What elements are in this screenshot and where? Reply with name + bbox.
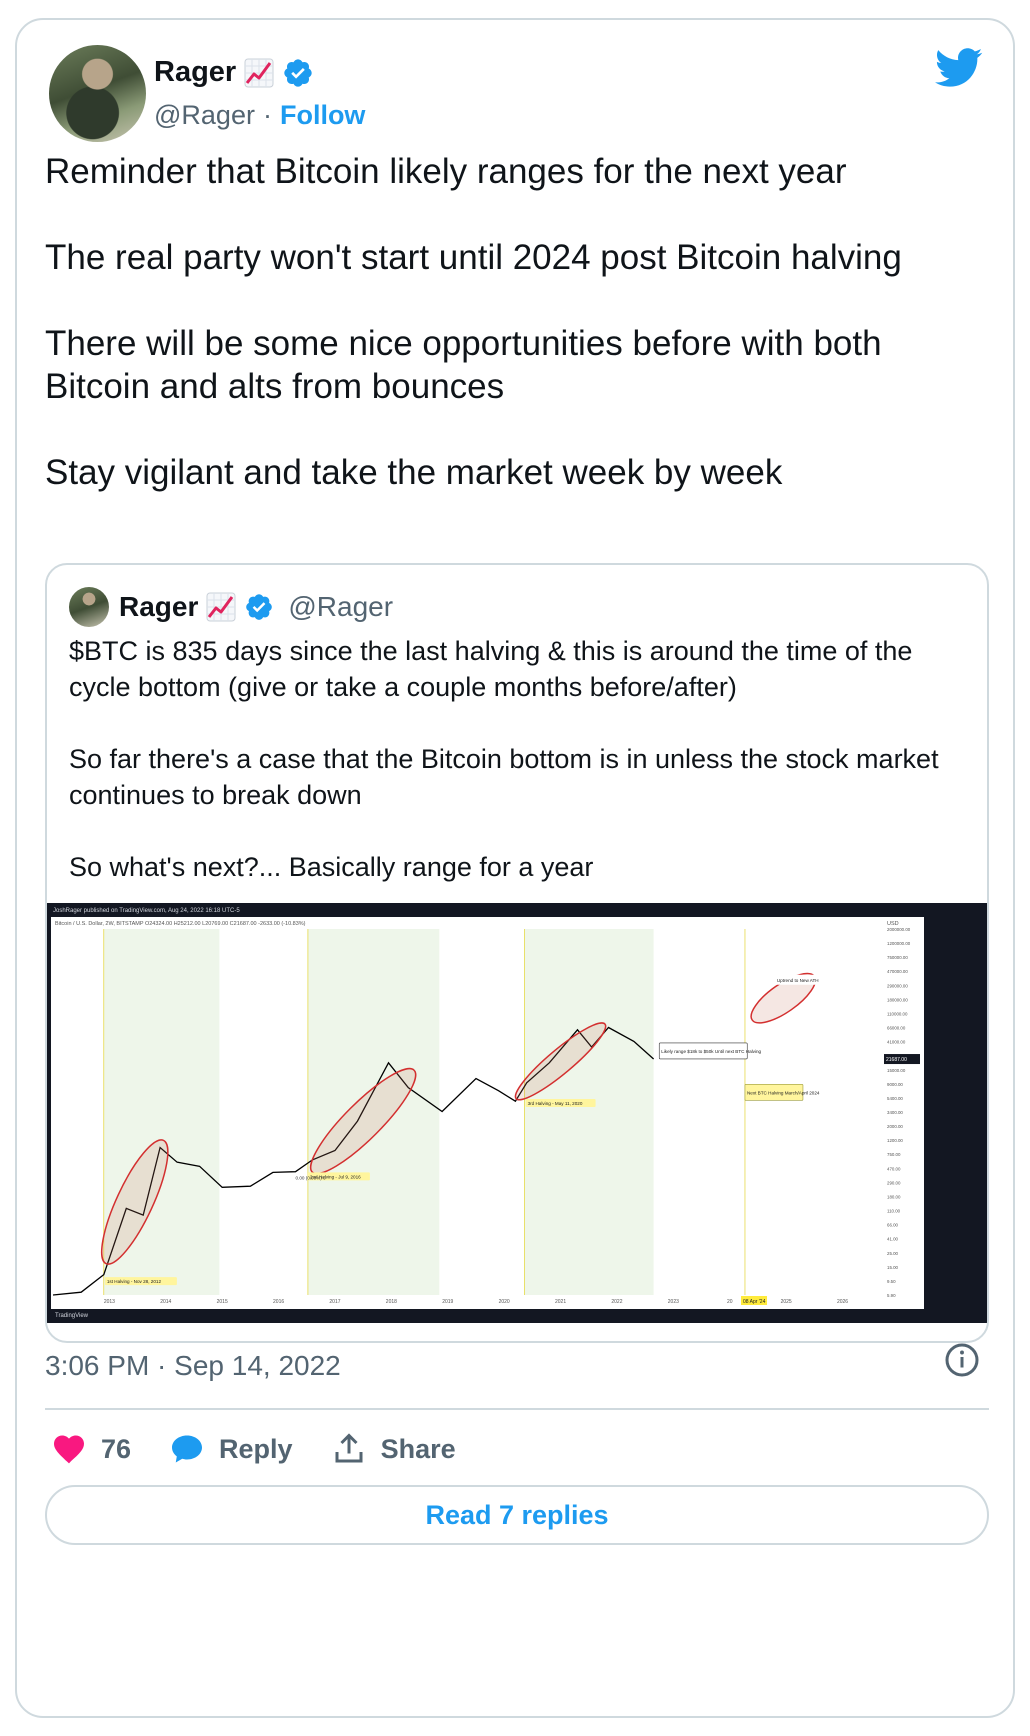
zero-level-label: 0.00 (0.00%) 0: [295, 1175, 326, 1180]
y-tick-label: 2000.00: [887, 1124, 903, 1129]
uptrend-label: Uptrend to New ATH: [777, 978, 819, 983]
y-tick-label: 290.00: [887, 1180, 901, 1185]
footer-divider: [45, 1408, 989, 1410]
reply-button[interactable]: Reply: [169, 1431, 293, 1467]
y-tick-label: 25.00: [887, 1251, 899, 1256]
quoted-author-name: Rager: [119, 591, 199, 622]
y-tick-label: 290000.00: [887, 983, 908, 988]
quoted-paragraph: So far there's a case that the Bitcoin b…: [69, 744, 939, 810]
chart-increasing-icon: [244, 58, 274, 87]
read-replies-button[interactable]: Read 7 replies: [45, 1485, 989, 1545]
info-icon[interactable]: [944, 1342, 980, 1378]
author-handle-row: @Rager · Follow: [154, 100, 365, 131]
separator-dot: ·: [262, 100, 272, 130]
y-tick-label: 180000.00: [887, 997, 908, 1002]
twitter-bird-icon[interactable]: [935, 48, 983, 88]
verified-badge-icon: [246, 594, 273, 620]
x-tick-label: 2021: [555, 1299, 566, 1305]
tweet-timestamp[interactable]: 3:06 PM · Sep 14, 2022: [45, 1350, 341, 1382]
range-box-label: Likely range $18k to $50k Until next BTC…: [661, 1049, 761, 1054]
x-tick-label: 2020: [499, 1299, 510, 1305]
x-tick-label: 2017: [329, 1299, 340, 1305]
y-tick-label: 110.00: [887, 1209, 901, 1214]
y-tick-label: 5.90: [887, 1293, 896, 1298]
chart-symbol-line: Bitcoin / U.S. Dollar, 2W, BITSTAMP O243…: [55, 921, 306, 927]
follow-button[interactable]: Follow: [280, 100, 365, 131]
x-tick-label: 2022: [611, 1299, 622, 1305]
y-tick-label: 2000000.00: [887, 927, 911, 932]
y-tick-label: 9000.00: [887, 1082, 903, 1087]
chart-increasing-icon: [206, 592, 236, 622]
y-tick-label: 66.00: [887, 1223, 899, 1228]
y-tick-label: 750.00: [887, 1152, 901, 1157]
share-button[interactable]: Share: [331, 1431, 456, 1467]
like-count: 76: [101, 1433, 132, 1464]
y-tick-label: 1200000.00: [887, 941, 911, 946]
y-tick-label: 15000.00: [887, 1068, 906, 1073]
y-tick-label: 9.50: [887, 1279, 896, 1284]
heart-icon: [54, 1435, 84, 1464]
y-tick-label: 750000.00: [887, 955, 908, 960]
x-tick-label: 20: [727, 1299, 733, 1305]
next-halving-label: Next BTC Halving March/April 2024: [747, 1090, 820, 1095]
x-tick-label: 2014: [160, 1299, 171, 1305]
date-marker-label: 08 Apr '24: [743, 1299, 766, 1305]
quoted-text: $BTC is 835 days since the last halving …: [69, 633, 969, 885]
y-tick-label: 3400.00: [887, 1110, 903, 1115]
share-label: Share: [380, 1433, 456, 1464]
y-tick-label: 66000.00: [887, 1026, 906, 1031]
author-avatar[interactable]: [49, 45, 146, 142]
halving3-label: 3rd Halving - May 11, 2020: [528, 1101, 583, 1106]
action-bar: 76 Reply Share: [51, 1426, 494, 1472]
tweet-text: Reminder that Bitcoin likely ranges for …: [45, 150, 995, 494]
y-tick-label: 180.00: [887, 1194, 901, 1199]
y-tick-label: 470.00: [887, 1166, 901, 1171]
reply-label: Reply: [219, 1433, 293, 1464]
price-tag-label: 21687.00: [886, 1057, 907, 1063]
x-tick-label: 2018: [386, 1299, 397, 1305]
quoted-tweet[interactable]: Rager @Rager $BTC is 835 days since the …: [45, 563, 989, 1343]
tweet-card: Rager @Rager · Follow Reminder that Bitc…: [15, 18, 1015, 1718]
like-button[interactable]: 76: [51, 1431, 131, 1467]
x-tick-label: 2013: [104, 1299, 115, 1305]
tradingview-watermark: TradingView: [55, 1313, 89, 1319]
tweet-paragraph: Reminder that Bitcoin likely ranges for …: [45, 152, 847, 191]
halving-cycle-band: [524, 929, 654, 1295]
x-tick-label: 2026: [837, 1299, 848, 1305]
y-tick-label: 41.00: [887, 1237, 899, 1242]
x-tick-label: 2025: [781, 1299, 792, 1305]
y-tick-label: 470000.00: [887, 969, 908, 974]
y-tick-label: 15.00: [887, 1265, 899, 1270]
y-tick-label: 1200.00: [887, 1138, 903, 1143]
author-name-row: Rager: [154, 56, 314, 89]
x-tick-label: 2015: [217, 1299, 228, 1305]
quoted-author-handle: @Rager: [288, 591, 394, 622]
quoted-header: Rager @Rager: [69, 587, 393, 627]
x-tick-label: 2016: [273, 1299, 284, 1305]
y-tick-label: 110000.00: [887, 1011, 908, 1016]
halving1-label: 1st Halving - Nov 28, 2012: [107, 1279, 162, 1284]
tweet-paragraph: Stay vigilant and take the market week b…: [45, 453, 783, 492]
btc-chart: JoshRager published on TradingView.com, …: [47, 903, 987, 1323]
reply-bubble-icon: [172, 1435, 203, 1463]
author-name[interactable]: Rager: [154, 56, 236, 89]
quoted-paragraph: So what's next?... Basically range for a…: [69, 852, 594, 882]
quoted-avatar: [69, 587, 109, 627]
author-handle[interactable]: @Rager: [154, 100, 255, 131]
verified-badge-icon: [284, 58, 312, 87]
y-tick-label: 5400.00: [887, 1096, 903, 1101]
y-tick-label: 41000.00: [887, 1040, 906, 1045]
btc-chart-image[interactable]: JoshRager published on TradingView.com, …: [47, 903, 987, 1323]
tweet-paragraph: There will be some nice opportunities be…: [45, 324, 882, 406]
share-upload-icon: [335, 1433, 363, 1463]
chart-top-caption: JoshRager published on TradingView.com, …: [53, 908, 240, 914]
quoted-paragraph: $BTC is 835 days since the last halving …: [69, 636, 913, 702]
x-tick-label: 2019: [442, 1299, 453, 1305]
x-tick-label: 2023: [668, 1299, 679, 1305]
tweet-paragraph: The real party won't start until 2024 po…: [45, 238, 902, 277]
